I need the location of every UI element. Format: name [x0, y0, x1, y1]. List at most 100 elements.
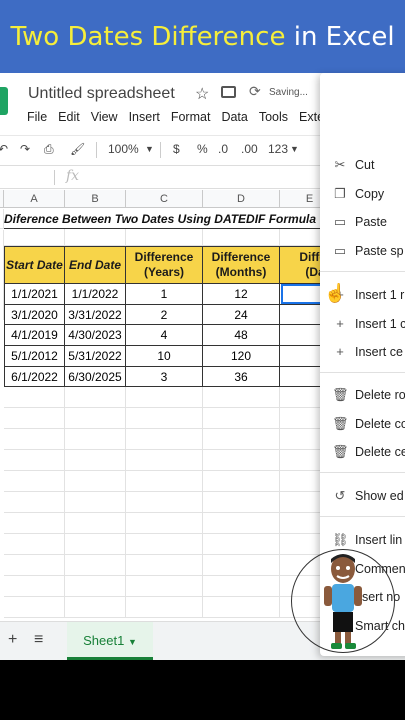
menu-item-label: Delete ce [355, 445, 405, 459]
tab-sheet1[interactable]: Sheet1 ▼ [67, 622, 153, 660]
menu-item-delete-column[interactable]: 🗑 Delete co [320, 412, 405, 438]
move-folder-icon[interactable] [221, 86, 236, 98]
add-sheet-icon[interactable]: + [8, 631, 17, 649]
fx-icon: fx [66, 168, 80, 184]
menu-item-paste-special[interactable]: ▭ Paste sp [320, 239, 405, 265]
column-header[interactable]: D [203, 190, 280, 208]
cell-start-date[interactable]: 4/1/2019 [4, 325, 65, 346]
menu-item-label: Insert 1 c [355, 317, 405, 331]
menu-item-cut[interactable]: ✂ Cut [320, 153, 405, 179]
more-formats-button[interactable]: 123 [268, 142, 288, 156]
cell-start-date[interactable]: 5/1/2012 [4, 346, 65, 367]
column-header[interactable]: C [126, 190, 203, 208]
header-end-date[interactable]: End Date [65, 246, 126, 284]
row-header[interactable] [0, 209, 4, 229]
decrease-decimal-button[interactable]: .0 [218, 142, 228, 156]
formula-divider [54, 170, 55, 185]
video-title-banner: Two Dates Difference in Excel [0, 0, 405, 73]
menu-item-label: Insert lin [355, 533, 403, 547]
header-start-date[interactable]: Start Date [4, 246, 65, 284]
toolbar-divider [160, 142, 161, 158]
cell-diff-months[interactable]: 48 [203, 325, 280, 346]
sheet-tab-label: Sheet1 [83, 633, 125, 648]
increase-decimal-button[interactable]: .00 [241, 142, 258, 156]
redo-icon[interactable]: ↷ [20, 142, 30, 156]
cell-diff-months[interactable]: 120 [203, 346, 280, 367]
menu-item-label: Delete co [355, 417, 405, 431]
header-diff-months[interactable]: Difference (Months) [203, 246, 280, 284]
cell-diff-years[interactable]: 10 [126, 346, 203, 367]
paste-icon: ▭ [333, 214, 347, 229]
menu-tools[interactable]: Tools [259, 110, 288, 124]
copy-icon: ❐ [334, 186, 346, 201]
trash-icon: 🗑 [332, 416, 349, 431]
grid-cell[interactable] [203, 229, 280, 246]
toolbar-divider [96, 142, 97, 158]
menu-item-label: Paste [355, 215, 387, 229]
cell-diff-years[interactable]: 4 [126, 325, 203, 346]
star-icon[interactable]: ☆ [195, 84, 209, 104]
menu-insert[interactable]: Insert [129, 110, 160, 124]
banner-title: Two Dates Difference in Excel [10, 22, 394, 52]
zoom-select[interactable]: 100% [108, 142, 139, 156]
cell-diff-years[interactable]: 1 [126, 284, 203, 305]
menu-item-paste[interactable]: ▭ Paste [320, 210, 405, 236]
print-icon[interactable]: ⎙ [44, 142, 54, 157]
all-sheets-menu-icon[interactable]: ≡ [34, 631, 43, 649]
cell-diff-months[interactable]: 36 [203, 367, 280, 387]
cell-start-date[interactable]: 1/1/2021 [4, 284, 65, 305]
paste-special-icon: ▭ [333, 243, 347, 258]
sheets-logo-icon[interactable] [0, 87, 8, 115]
menu-view[interactable]: View [91, 110, 118, 124]
cell-diff-years[interactable]: 2 [126, 305, 203, 325]
cell-end-date[interactable]: 4/30/2023 [65, 325, 126, 346]
menu-file[interactable]: File [27, 110, 47, 124]
trash-icon: 🗑 [332, 387, 349, 402]
cell-end-date[interactable]: 6/30/2025 [65, 367, 126, 387]
cell-start-date[interactable]: 3/1/2020 [4, 305, 65, 325]
grid-cell[interactable] [65, 229, 126, 246]
column-header[interactable]: A [4, 190, 65, 208]
video-bottom-bar [0, 660, 405, 720]
plus-icon: + [336, 344, 344, 359]
trash-icon: 🗑 [332, 444, 349, 459]
cell-diff-months[interactable]: 12 [203, 284, 280, 305]
menu-item-insert-column[interactable]: + Insert 1 c [320, 312, 405, 338]
menu-edit[interactable]: Edit [58, 110, 80, 124]
menu-data[interactable]: Data [221, 110, 247, 124]
menu-item-delete-row[interactable]: 🗑 Delete ro [320, 383, 405, 409]
cell-start-date[interactable]: 6/1/2022 [4, 367, 65, 387]
chevron-down-icon[interactable]: ▼ [128, 637, 137, 647]
menu-item-insert-cells[interactable]: + Insert ce [320, 340, 405, 366]
chevron-down-icon[interactable]: ▼ [290, 144, 299, 154]
currency-button[interactable]: $ [173, 142, 180, 156]
menu-item-label: Insert 1 r [355, 288, 405, 302]
cell-diff-months[interactable]: 24 [203, 305, 280, 325]
menu-divider [320, 271, 405, 272]
menu-item-label: Cut [355, 158, 375, 172]
active-cell-selection[interactable] [281, 284, 323, 304]
hand-cursor-icon: ☝ [324, 283, 347, 303]
cell-end-date[interactable]: 5/31/2022 [65, 346, 126, 367]
header-diff-years[interactable]: Difference (Years) [126, 246, 203, 284]
sync-icon: ⟳ [249, 83, 261, 99]
cell-end-date[interactable]: 1/1/2022 [65, 284, 126, 305]
percent-button[interactable]: % [197, 142, 208, 156]
document-title[interactable]: Untitled spreadsheet [28, 85, 175, 103]
sheet-title-cell[interactable]: Diference Between Two Dates Using DATEDI… [4, 209, 324, 229]
menu-format[interactable]: Format [171, 110, 211, 124]
menu-item-copy[interactable]: ❐ Copy [320, 182, 405, 208]
menu-item-delete-cells[interactable]: 🗑 Delete ce [320, 440, 405, 466]
grid-cell[interactable] [126, 229, 203, 246]
grid-cell[interactable] [4, 229, 65, 246]
cell-end-date[interactable]: 3/31/2022 [65, 305, 126, 325]
column-header[interactable]: B [65, 190, 126, 208]
menu-item-show-edit-history[interactable]: ↺ Show ed [320, 484, 405, 510]
cell-diff-years[interactable]: 3 [126, 367, 203, 387]
paint-format-icon[interactable]: 🖌 [70, 142, 85, 156]
history-icon: ↺ [334, 488, 346, 503]
chevron-down-icon[interactable]: ▼ [145, 144, 154, 154]
scissors-icon: ✂ [334, 157, 346, 172]
undo-icon[interactable]: ↶ [0, 142, 8, 156]
menu-item-label: Copy [355, 187, 385, 201]
